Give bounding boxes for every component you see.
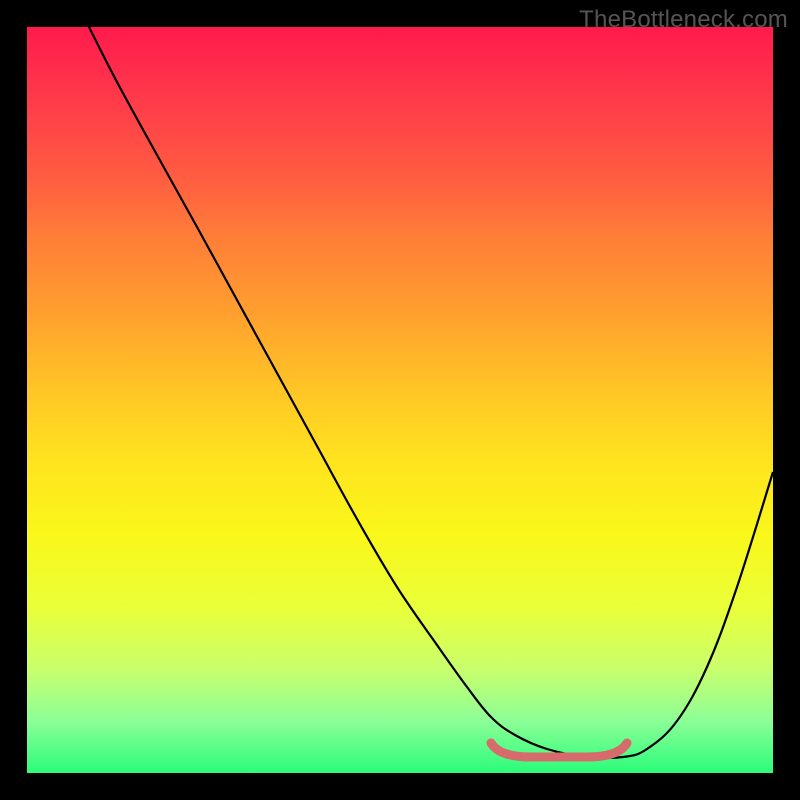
chart-plot-area <box>27 27 773 773</box>
curve-svg <box>27 27 773 773</box>
optimal-range-highlight <box>491 743 627 757</box>
bottleneck-curve <box>89 27 773 758</box>
watermark-text: TheBottleneck.com <box>579 6 788 34</box>
